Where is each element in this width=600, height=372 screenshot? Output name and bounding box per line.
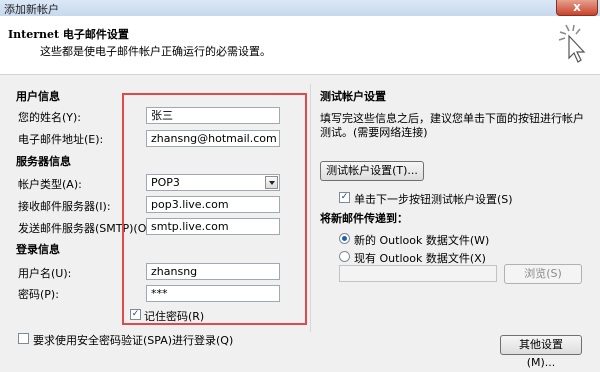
deliver-heading: 将新邮件传递到： bbox=[320, 212, 408, 225]
new-data-file-radio[interactable] bbox=[339, 233, 350, 244]
more-settings-button[interactable]: 其他设置(M)... bbox=[500, 335, 582, 369]
browse-button[interactable]: 浏览(S) bbox=[504, 264, 582, 284]
title-bar: 添加新帐户 x bbox=[0, 0, 600, 16]
existing-data-file-path[interactable] bbox=[339, 265, 497, 282]
cursor-click-icon bbox=[558, 24, 586, 63]
dialog-title: Internet 电子邮件设置 bbox=[8, 28, 129, 41]
test-description-line2: 测试。(需要网络连接) bbox=[320, 126, 428, 139]
spa-label: 要求使用安全密码验证(SPA)进行登录(Q) bbox=[33, 334, 234, 347]
email-label: 电子邮件地址(E): bbox=[18, 133, 104, 146]
column-divider bbox=[310, 84, 311, 332]
account-type-label: 帐户类型(A): bbox=[18, 178, 82, 191]
new-data-file-label: 新的 Outlook 数据文件(W) bbox=[354, 234, 490, 247]
login-info-heading: 登录信息 bbox=[16, 243, 60, 256]
name-label: 您的姓名(Y): bbox=[18, 111, 82, 124]
auto-test-checkbox[interactable]: ✓ bbox=[339, 192, 350, 203]
incoming-server-label: 接收邮件服务器(I): bbox=[18, 200, 111, 213]
existing-data-file-label: 现有 Outlook 数据文件(X) bbox=[354, 252, 486, 265]
highlight-box bbox=[122, 93, 307, 325]
server-info-heading: 服务器信息 bbox=[16, 155, 71, 168]
window-title: 添加新帐户 bbox=[4, 3, 59, 16]
test-account-button[interactable]: 测试帐户设置(T)... bbox=[320, 161, 424, 181]
user-info-heading: 用户信息 bbox=[16, 90, 60, 103]
close-button[interactable]: x bbox=[556, 0, 598, 16]
close-icon: x bbox=[573, 0, 581, 14]
spa-checkbox[interactable] bbox=[18, 333, 29, 344]
auto-test-label: 单击下一步按钮测试帐户设置(S) bbox=[354, 193, 513, 206]
dialog-subtitle: 这些都是使电子邮件帐户正确运行的必需设置。 bbox=[40, 45, 271, 58]
test-settings-heading: 测试帐户设置 bbox=[320, 90, 386, 103]
password-label: 密码(P): bbox=[18, 288, 59, 301]
existing-data-file-radio[interactable] bbox=[339, 251, 350, 262]
dialog-header: Internet 电子邮件设置 这些都是使电子邮件帐户正确运行的必需设置。 bbox=[0, 16, 600, 75]
username-label: 用户名(U): bbox=[18, 267, 72, 280]
